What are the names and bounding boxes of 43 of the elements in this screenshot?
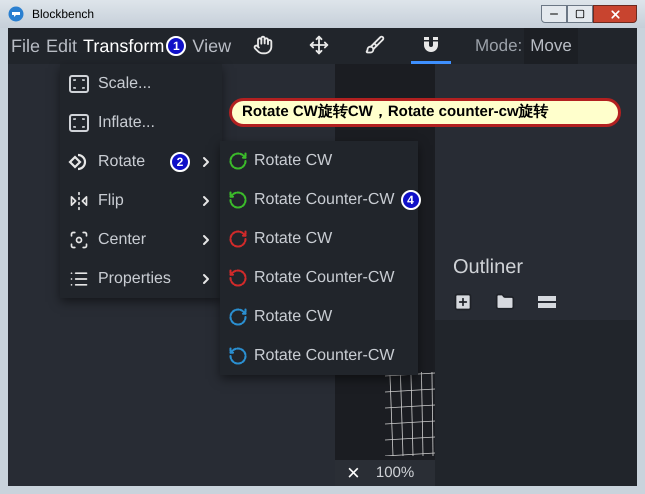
minimize-button[interactable] xyxy=(541,5,567,23)
menu-option[interactable]: Inflate... xyxy=(60,103,222,142)
menu-option[interactable]: Rotate Counter-CW 4 xyxy=(220,180,418,219)
number-badge: 1 xyxy=(166,36,186,56)
bars-icon[interactable] xyxy=(537,295,557,309)
close-icon xyxy=(608,8,622,20)
mode-select[interactable]: Move xyxy=(524,28,578,64)
flip-icon xyxy=(69,190,89,210)
center-icon xyxy=(69,230,89,250)
number-badge: 2 xyxy=(170,152,190,172)
folder-add-icon xyxy=(495,292,515,312)
annotation-callout: Rotate CW旋转CW，Rotate counter-cw旋转 xyxy=(229,98,621,127)
menu-option[interactable]: Rotate Counter-CW xyxy=(220,336,418,375)
menu-option[interactable]: Flip xyxy=(60,181,222,220)
zoom-level: 100% xyxy=(376,462,414,483)
brush-icon xyxy=(365,34,385,54)
close-button[interactable]: × xyxy=(347,462,360,484)
menu-item[interactable]: Transform xyxy=(83,32,164,60)
menu-option[interactable]: Rotate CW xyxy=(220,141,418,180)
menu-item[interactable]: Edit xyxy=(46,32,78,60)
menu-option[interactable]: Scale... xyxy=(60,64,222,103)
maximize-button[interactable] xyxy=(567,5,593,23)
menu-option[interactable]: Center xyxy=(60,220,222,259)
menu-option[interactable]: Properties xyxy=(60,259,222,298)
magnet-icon xyxy=(421,34,441,54)
add-icon xyxy=(453,292,473,312)
menu-option[interactable]: Rotate CW xyxy=(220,219,418,258)
close-button[interactable] xyxy=(593,5,637,23)
window-title: Blockbench xyxy=(32,6,94,23)
menu-option[interactable]: Rotate 2 xyxy=(60,142,222,181)
frame-icon xyxy=(69,74,89,92)
outliner-title: Outliner xyxy=(453,255,524,280)
number-badge: 4 xyxy=(400,190,420,210)
menu-item[interactable]: File xyxy=(11,32,40,60)
hand-icon xyxy=(253,34,273,54)
frame-icon xyxy=(69,114,89,132)
mode-label: Mode: xyxy=(475,35,522,58)
menu-item[interactable]: View xyxy=(192,32,232,60)
app-icon xyxy=(8,6,24,22)
menu-option[interactable]: Rotate CW xyxy=(220,297,418,336)
maximize-icon xyxy=(575,9,585,19)
menu-option[interactable]: Rotate Counter-CW xyxy=(220,258,418,297)
move-icon xyxy=(309,34,329,54)
